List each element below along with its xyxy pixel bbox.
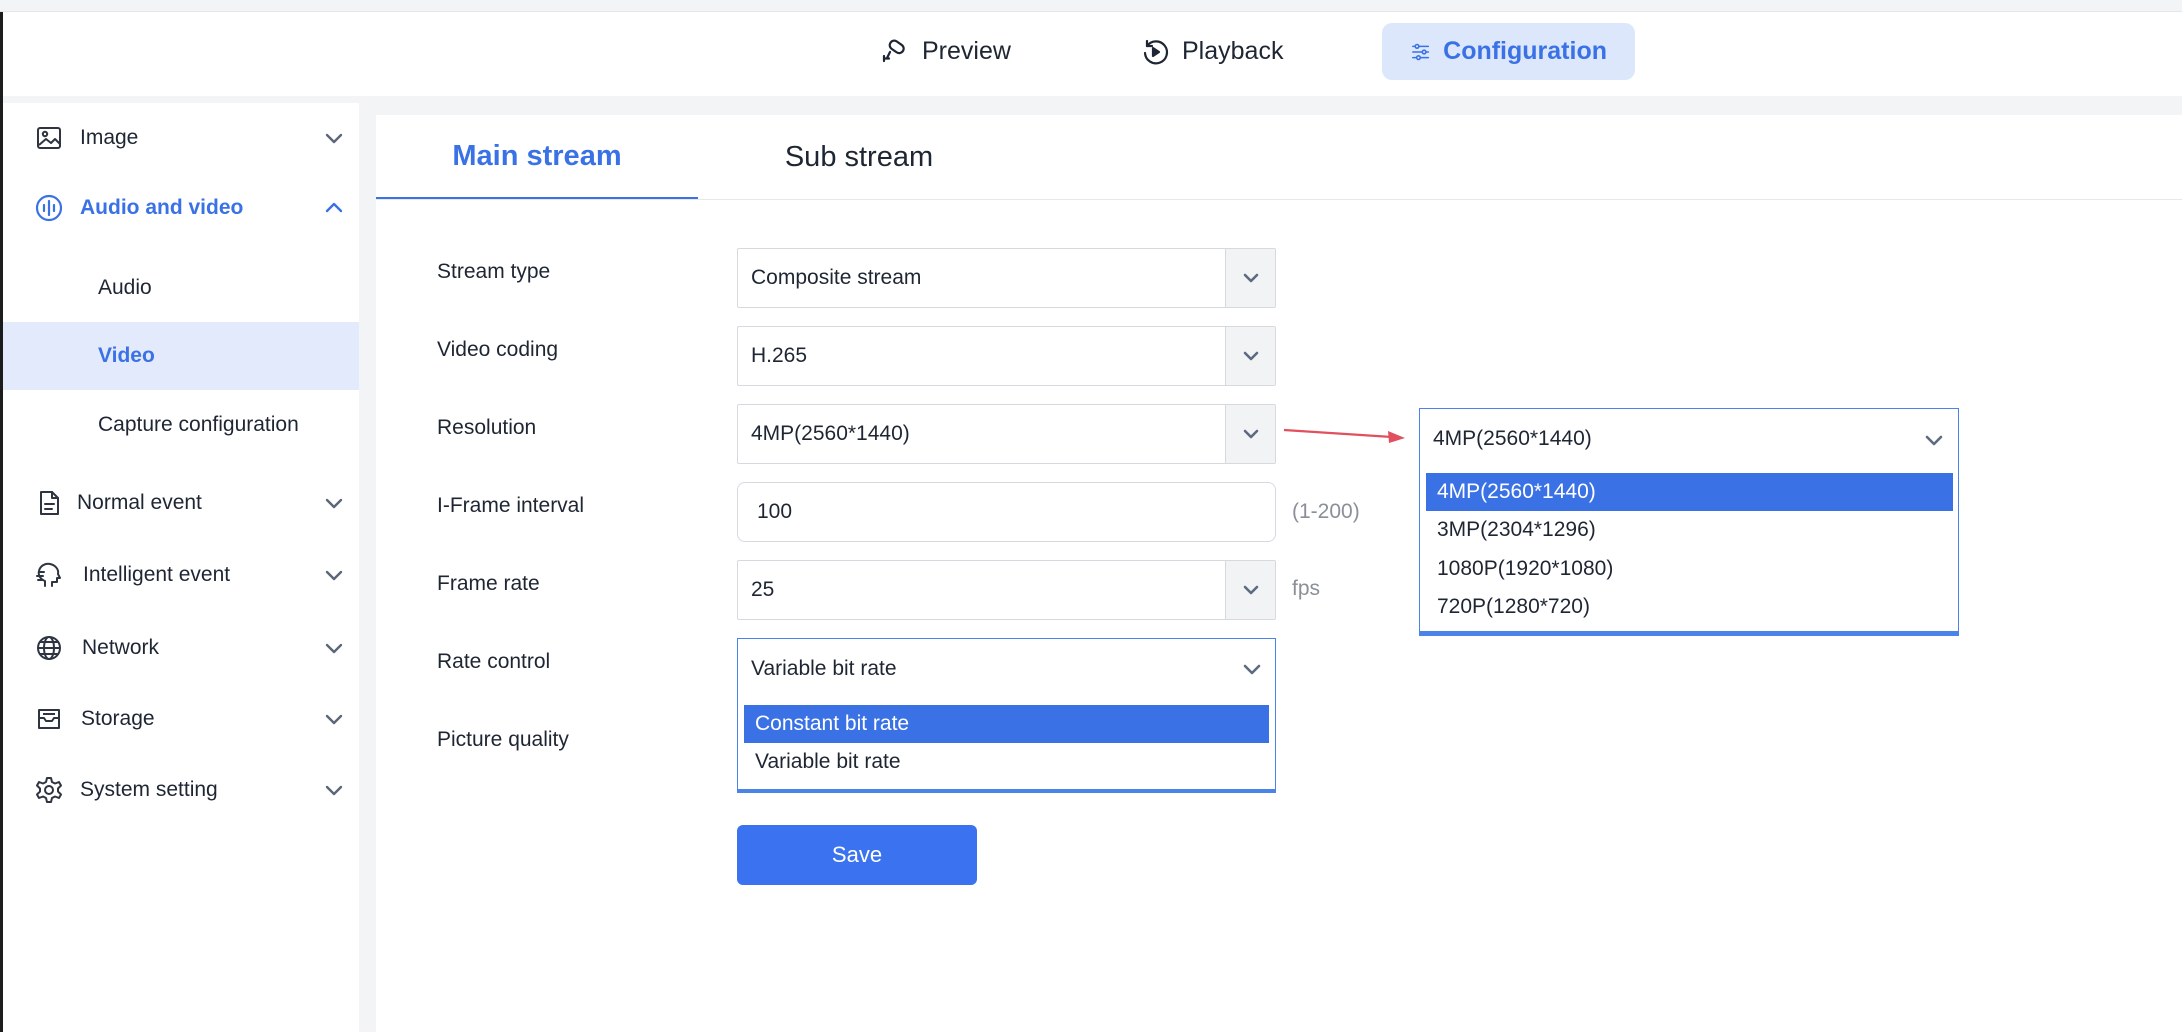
rate-control-option-variable[interactable]: Variable bit rate	[744, 743, 1269, 781]
video-coding-label: Video coding	[437, 338, 559, 361]
image-icon	[33, 122, 65, 154]
resolution-dropdown-value: 4MP(2560*1440)	[1433, 427, 1592, 450]
sidebar-item-label: Normal event	[77, 491, 202, 514]
frame-rate-value: 25	[751, 578, 775, 601]
rate-control-label: Rate control	[437, 650, 551, 673]
video-coding-dropdown-button[interactable]	[1225, 327, 1275, 385]
tab-main-stream[interactable]: Main stream	[376, 115, 698, 200]
nav-configuration-label: Configuration	[1443, 37, 1607, 65]
annotation-arrow-icon	[1283, 428, 1405, 443]
sidebar-item-label: System setting	[80, 778, 218, 801]
resolution-dropdown-button[interactable]	[1225, 405, 1275, 463]
window-top-strip	[0, 0, 2182, 12]
iframe-interval-range-hint: (1-200)	[1292, 500, 1360, 523]
sidebar: Image Audio and video Audio Video Captur…	[3, 103, 359, 1032]
iframe-interval-label: I-Frame interval	[437, 494, 585, 517]
resolution-select[interactable]: 4MP(2560*1440)	[737, 404, 1276, 464]
resolution-label: Resolution	[437, 416, 537, 439]
sidebar-item-label: Image	[80, 126, 139, 149]
frame-rate-dropdown-button[interactable]	[1225, 561, 1275, 619]
top-header	[3, 12, 2182, 96]
sidebar-item-network[interactable]: Network	[3, 618, 359, 678]
chevron-down-icon	[1243, 273, 1258, 283]
iframe-interval-input[interactable]: 100	[737, 482, 1276, 542]
dropdown-bottom-bar	[738, 789, 1275, 792]
nav-playback-label: Playback	[1182, 37, 1284, 65]
tab-sub-stream-label: Sub stream	[784, 141, 934, 173]
storage-icon	[33, 703, 65, 735]
video-coding-value: H.265	[751, 344, 808, 367]
sidebar-item-label: Network	[82, 636, 160, 659]
camera-icon	[882, 39, 905, 62]
resolution-option-1080p[interactable]: 1080P(1920*1080)	[1426, 550, 1953, 588]
resolution-option-720p[interactable]: 720P(1280*720)	[1426, 588, 1953, 626]
picture-quality-label: Picture quality	[437, 728, 569, 751]
dropdown-bottom-bar	[1420, 631, 1958, 635]
chevron-down-icon	[1925, 435, 1943, 446]
sidebar-item-system-setting[interactable]: System setting	[3, 760, 359, 820]
sidebar-subitem-audio[interactable]: Audio	[3, 254, 359, 322]
stream-type-select[interactable]: Composite stream	[737, 248, 1276, 308]
playback-icon	[1143, 39, 1169, 64]
tab-sub-stream[interactable]: Sub stream	[698, 115, 1020, 200]
chevron-down-icon	[1243, 429, 1258, 439]
sidebar-subitem-label: Audio	[98, 276, 152, 299]
chevron-down-icon	[1243, 585, 1258, 595]
resolution-dropdown-head[interactable]: 4MP(2560*1440)	[1420, 409, 1958, 469]
rate-control-option-constant[interactable]: Constant bit rate	[744, 705, 1269, 743]
nav-preview[interactable]: Preview	[880, 23, 1011, 80]
rate-control-value: Variable bit rate	[751, 657, 897, 680]
nav-preview-label: Preview	[922, 37, 1011, 65]
chevron-down-icon	[1243, 664, 1261, 675]
iframe-interval-value: 100	[757, 500, 793, 523]
sidebar-item-label: Intelligent event	[83, 563, 231, 586]
gear-icon	[33, 774, 65, 806]
video-coding-select[interactable]: H.265	[737, 326, 1276, 386]
stream-type-label: Stream type	[437, 260, 551, 283]
nav-playback[interactable]: Playback	[1140, 23, 1283, 80]
frame-rate-label: Frame rate	[437, 572, 540, 595]
sidebar-item-storage[interactable]: Storage	[3, 689, 359, 749]
chevron-down-icon	[325, 570, 343, 581]
stream-type-dropdown-button[interactable]	[1225, 249, 1275, 307]
save-button[interactable]: Save	[737, 825, 977, 885]
nav-configuration[interactable]: Configuration	[1382, 23, 1635, 80]
sidebar-item-label: Audio and video	[80, 196, 244, 219]
tabs-divider	[376, 199, 2182, 200]
sidebar-item-intelligent-event[interactable]: Intelligent event	[3, 545, 359, 605]
chevron-down-icon	[325, 643, 343, 654]
rate-control-select-head[interactable]: Variable bit rate	[738, 639, 1275, 699]
sliders-icon	[1412, 43, 1430, 60]
resolution-option-3mp[interactable]: 3MP(2304*1296)	[1426, 511, 1953, 549]
rate-control-select[interactable]: Variable bit rate Constant bit rate Vari…	[737, 638, 1276, 793]
tab-main-stream-label: Main stream	[452, 139, 622, 172]
sidebar-item-image[interactable]: Image	[3, 108, 359, 168]
chevron-up-icon	[325, 202, 343, 213]
frame-rate-unit: fps	[1292, 577, 1321, 600]
chevron-down-icon	[325, 133, 343, 144]
chevron-down-icon	[325, 785, 343, 796]
globe-icon	[33, 632, 65, 664]
resolution-value: 4MP(2560*1440)	[751, 422, 910, 445]
sidebar-item-label: Storage	[81, 707, 155, 730]
brain-icon	[33, 559, 65, 591]
chevron-down-icon	[1243, 351, 1258, 361]
sidebar-item-normal-event[interactable]: Normal event	[3, 473, 359, 533]
resolution-option-4mp[interactable]: 4MP(2560*1440)	[1426, 473, 1953, 511]
resolution-dropdown-expanded[interactable]: 4MP(2560*1440) 4MP(2560*1440) 3MP(2304*1…	[1419, 408, 1959, 636]
sidebar-subitem-video[interactable]: Video	[3, 322, 359, 390]
audio-video-icon	[33, 192, 65, 224]
sidebar-subitem-capture-configuration[interactable]: Capture configuration	[3, 391, 359, 459]
frame-rate-select[interactable]: 25	[737, 560, 1276, 620]
sidebar-subitem-label: Capture configuration	[98, 413, 299, 436]
document-icon	[33, 487, 65, 519]
sidebar-item-audio-and-video[interactable]: Audio and video	[3, 178, 359, 238]
sidebar-subitem-label: Video	[98, 344, 155, 367]
chevron-down-icon	[325, 498, 343, 509]
stream-type-value: Composite stream	[751, 266, 922, 289]
chevron-down-icon	[325, 714, 343, 725]
